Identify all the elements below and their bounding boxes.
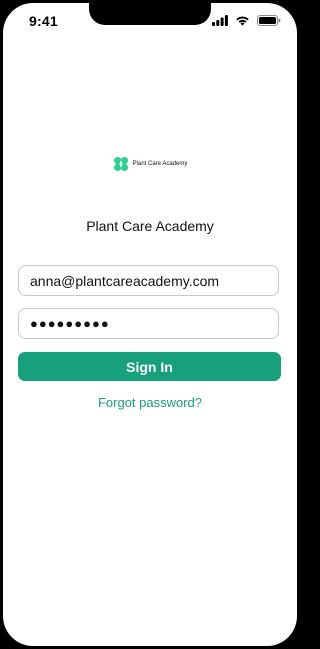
password-value: ●●●●●●●●● <box>30 316 110 331</box>
battery-icon <box>257 14 281 26</box>
forgot-password-link[interactable]: Forgot password? <box>3 395 297 410</box>
plant-logo-icon <box>112 156 129 172</box>
password-field[interactable]: ●●●●●●●●● <box>18 308 279 339</box>
email-value: anna@plantcareacademy.com <box>30 272 220 289</box>
device-notch <box>89 3 211 25</box>
brand-logo: Plant Care Academy <box>3 156 297 172</box>
status-time: 9:41 <box>29 13 58 29</box>
sign-in-label: Sign In <box>126 358 173 375</box>
device-frame: 9:41 Plant Care Academy Plant Care Acade… <box>0 0 300 649</box>
status-icons <box>212 13 281 27</box>
page-title: Plant Care Academy <box>86 218 214 234</box>
logo-text: Plant Care Academy <box>132 161 188 167</box>
app-screen: 9:41 Plant Care Academy Plant Care Acade… <box>3 3 297 646</box>
wifi-icon <box>235 15 250 26</box>
signal-bars-icon <box>212 14 228 26</box>
status-bar: 9:41 <box>3 3 297 41</box>
sign-in-button[interactable]: Sign In <box>18 352 281 381</box>
email-field[interactable]: anna@plantcareacademy.com <box>18 265 279 296</box>
